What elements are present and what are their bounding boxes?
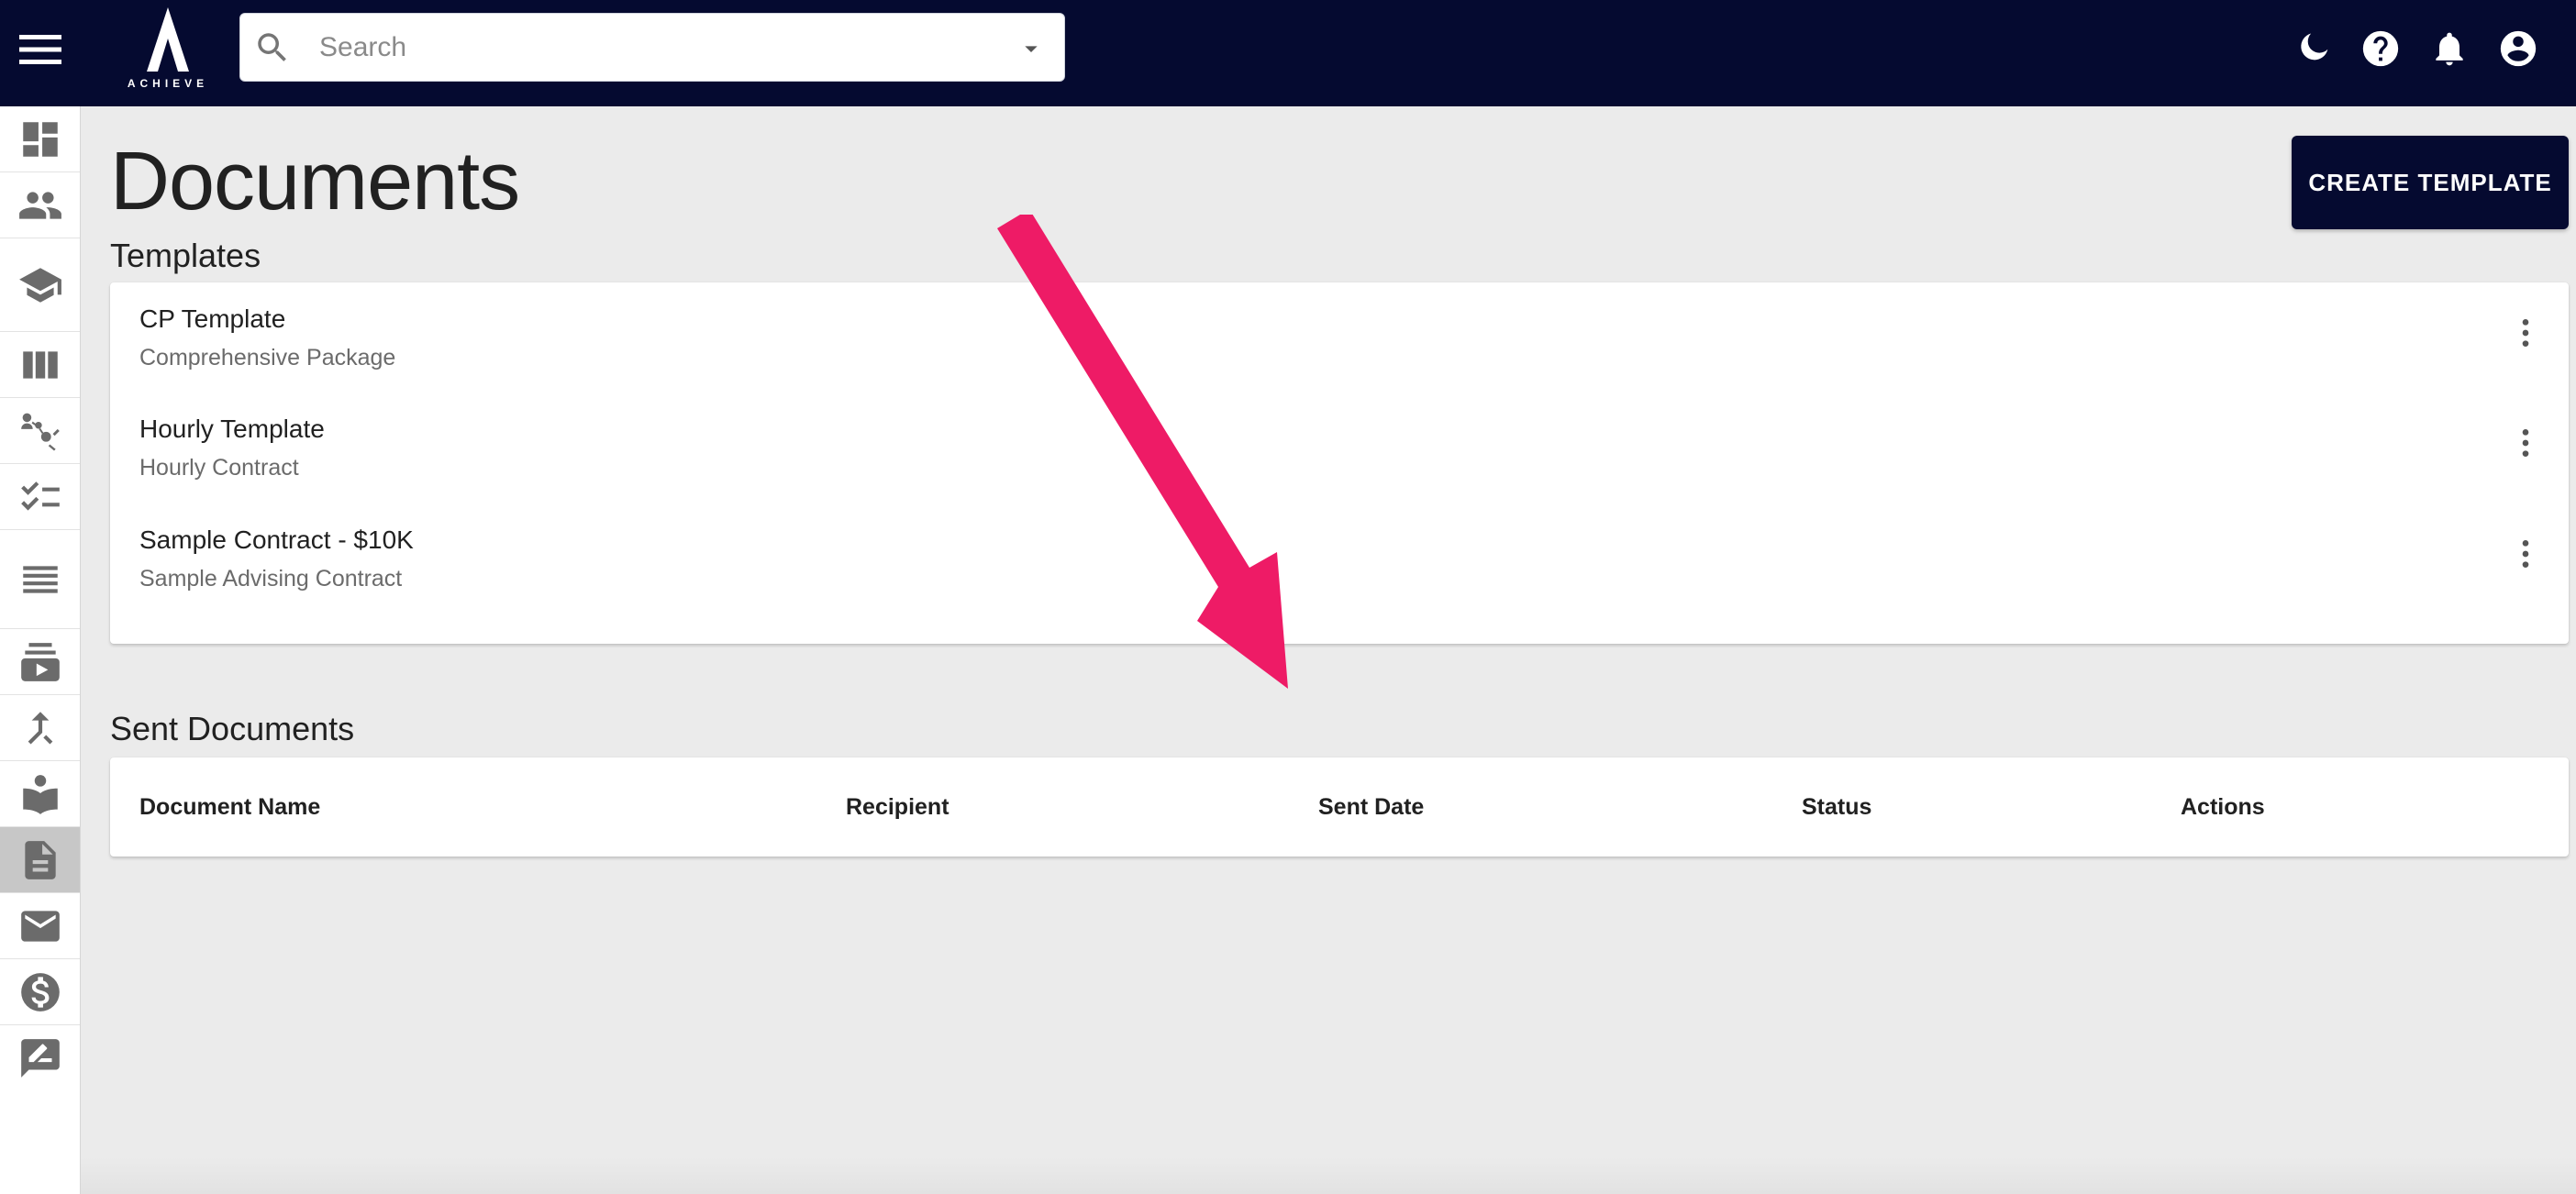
column-header-document-name[interactable]: Document Name xyxy=(139,794,320,821)
template-item[interactable]: CP Template Comprehensive Package xyxy=(110,282,2569,392)
templates-heading: Templates xyxy=(110,237,261,274)
column-header-actions[interactable]: Actions xyxy=(2181,794,2265,821)
nav-reading[interactable] xyxy=(0,761,80,827)
template-description: Comprehensive Package xyxy=(139,345,396,370)
column-header-recipient[interactable]: Recipient xyxy=(846,794,949,821)
nav-list[interactable] xyxy=(0,530,80,629)
sent-documents-heading: Sent Documents xyxy=(110,710,355,747)
document-icon xyxy=(24,840,56,879)
reading-icon xyxy=(22,774,58,814)
template-name: CP Template xyxy=(139,304,286,333)
people-icon xyxy=(18,191,61,219)
create-template-button[interactable]: CREATE TEMPLATE xyxy=(2292,136,2569,229)
top-app-bar: ACHIEVE xyxy=(0,0,2576,106)
nav-checklist[interactable] xyxy=(0,464,80,530)
template-item[interactable]: Hourly Template Hourly Contract xyxy=(110,392,2569,503)
sent-documents-table: Document Name Recipient Sent Date Status… xyxy=(110,757,2569,857)
nav-subscriptions[interactable] xyxy=(0,629,80,695)
page-footer-shade xyxy=(81,1157,2576,1194)
nav-billing[interactable] xyxy=(0,959,80,1025)
more-vert-icon[interactable] xyxy=(2503,310,2548,356)
nav-documents[interactable] xyxy=(0,827,80,893)
checklist-icon xyxy=(20,481,60,511)
nav-school[interactable] xyxy=(0,238,80,332)
template-name: Hourly Template xyxy=(139,415,325,443)
theme-toggle-icon[interactable] xyxy=(2290,26,2336,72)
dollar-icon xyxy=(20,972,60,1012)
nav-mail[interactable] xyxy=(0,893,80,959)
search-icon xyxy=(258,33,286,61)
connections-icon xyxy=(20,413,60,450)
column-header-sent-date[interactable]: Sent Date xyxy=(1318,794,1424,821)
dashboard-icon xyxy=(22,121,58,157)
list-icon xyxy=(22,565,58,593)
template-description: Hourly Contract xyxy=(139,455,299,481)
notifications-icon[interactable] xyxy=(2426,26,2472,72)
page-title: Documents xyxy=(110,136,520,227)
side-navigation xyxy=(0,106,81,1194)
account-icon[interactable] xyxy=(2495,26,2541,72)
column-header-status[interactable]: Status xyxy=(1802,794,1871,821)
achieve-logo[interactable]: ACHIEVE xyxy=(117,6,218,95)
logo-wordmark: ACHIEVE xyxy=(127,77,209,90)
merge-icon xyxy=(28,711,52,745)
nav-merge[interactable] xyxy=(0,695,80,761)
more-vert-icon[interactable] xyxy=(2503,531,2548,577)
template-name: Sample Contract - $10K xyxy=(139,525,414,554)
nav-people[interactable] xyxy=(0,172,80,238)
template-description: Sample Advising Contract xyxy=(139,566,403,591)
nav-columns[interactable] xyxy=(0,332,80,398)
subscriptions-icon xyxy=(20,642,60,681)
template-item[interactable]: Sample Contract - $10K Sample Advising C… xyxy=(110,503,2569,614)
help-icon[interactable] xyxy=(2358,26,2404,72)
view-column-icon xyxy=(22,350,58,379)
feedback-icon xyxy=(20,1039,60,1078)
nav-feedback[interactable] xyxy=(0,1025,80,1091)
chevron-down-icon[interactable] xyxy=(1016,34,1046,63)
school-icon xyxy=(18,267,61,303)
mail-icon xyxy=(20,910,60,942)
nav-connections[interactable] xyxy=(0,398,80,464)
templates-card: CP Template Comprehensive Package Hourly… xyxy=(110,282,2569,644)
search-bar[interactable] xyxy=(239,13,1065,82)
nav-dashboard[interactable] xyxy=(0,106,80,172)
search-input[interactable] xyxy=(319,23,961,72)
more-vert-icon[interactable] xyxy=(2503,420,2548,466)
menu-icon[interactable] xyxy=(15,24,66,75)
